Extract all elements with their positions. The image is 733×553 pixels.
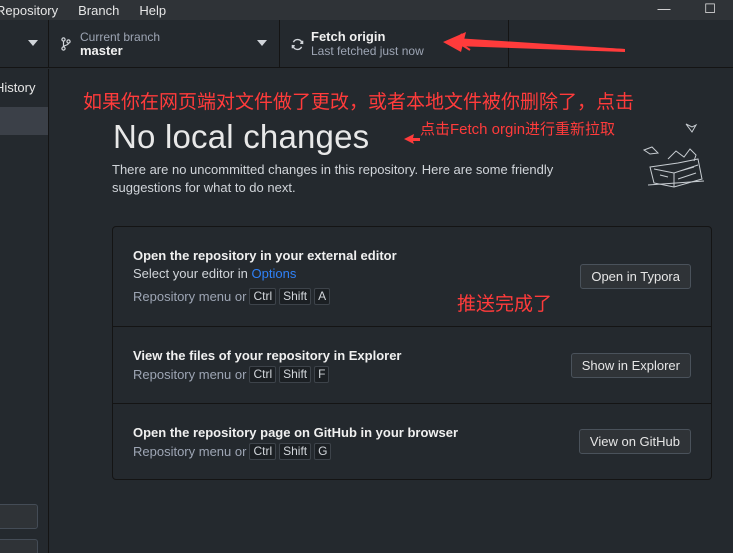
- kbd-key: G: [314, 443, 332, 460]
- empty-state-illustration: [638, 119, 718, 199]
- suggestions-panel: Open the repository in your external edi…: [112, 226, 712, 480]
- sidebar-selected-item[interactable]: [0, 107, 48, 135]
- kbd-key: A: [314, 288, 331, 305]
- chevron-down-icon: [28, 40, 38, 46]
- shortcut-prefix: Repository menu or: [133, 444, 247, 459]
- kbd-key: Shift: [279, 443, 312, 460]
- repository-selector[interactable]: [0, 20, 49, 68]
- page-title: No local changes: [113, 118, 370, 155]
- open-in-editor-button[interactable]: Open in Typora: [580, 264, 691, 289]
- sync-icon: [290, 36, 304, 52]
- kbd-key: F: [314, 366, 330, 383]
- page-description: There are no uncommitted changes in this…: [112, 162, 554, 195]
- fetch-origin-label: Fetch origin: [311, 29, 386, 44]
- kbd-key: Ctrl: [249, 366, 277, 383]
- shortcut-hint: Repository menu or Ctrl Shift F: [133, 366, 330, 383]
- suggestion-row-editor: Open the repository in your external edi…: [113, 227, 711, 327]
- suggestion-row-github: Open the repository page on GitHub in yo…: [113, 404, 711, 481]
- current-branch-label: Current branch: [80, 30, 161, 44]
- maximize-button[interactable]: ☐: [687, 0, 733, 20]
- tab-history[interactable]: History: [0, 69, 48, 104]
- suggestion-subtitle: Select your editor in Options: [133, 266, 296, 281]
- suggestion-title: View the files of your repository in Exp…: [133, 348, 402, 363]
- sidebar-button[interactable]: [0, 504, 38, 529]
- options-link[interactable]: Options: [252, 266, 297, 281]
- suggestion-title: Open the repository in your external edi…: [133, 248, 397, 263]
- main-content: No local changes There are no uncommitte…: [50, 69, 733, 553]
- git-branch-icon: [59, 36, 73, 52]
- shortcut-prefix: Repository menu or: [133, 289, 247, 304]
- sidebar-button[interactable]: [0, 539, 38, 553]
- suggestion-row-explorer: View the files of your repository in Exp…: [113, 327, 711, 404]
- shortcut-hint: Repository menu or Ctrl Shift A: [133, 288, 331, 305]
- shortcut-hint: Repository menu or Ctrl Shift G: [133, 443, 332, 460]
- menu-bar: Repository Branch Help — ☐: [0, 0, 733, 20]
- current-branch-selector[interactable]: Current branch master: [49, 20, 280, 68]
- menu-repository[interactable]: Repository: [0, 3, 68, 18]
- kbd-key: Ctrl: [249, 288, 277, 305]
- suggestion-title: Open the repository page on GitHub in yo…: [133, 425, 459, 440]
- show-in-explorer-button[interactable]: Show in Explorer: [570, 353, 691, 378]
- toolbar: Current branch master Fetch origin Last …: [0, 20, 733, 68]
- chevron-down-icon: [257, 40, 267, 46]
- minimize-button[interactable]: —: [641, 0, 687, 20]
- shortcut-prefix: Repository menu or: [133, 367, 247, 382]
- current-branch-value: master: [80, 43, 123, 58]
- last-fetched-text: Last fetched just now: [311, 44, 424, 58]
- kbd-key: Shift: [279, 366, 312, 383]
- kbd-key: Ctrl: [249, 443, 277, 460]
- view-on-github-button[interactable]: View on GitHub: [578, 429, 691, 454]
- sidebar: History: [0, 69, 49, 553]
- fetch-origin-button[interactable]: Fetch origin Last fetched just now: [280, 20, 509, 68]
- kbd-key: Shift: [279, 288, 312, 305]
- annotation-note: 如果你在网页端对文件做了更改，或者本地文件被你删除了，点击: [83, 92, 635, 113]
- annotation-note: 点击Fetch orgin进行重新拉取: [420, 121, 616, 138]
- window-controls: — ☐: [641, 0, 733, 20]
- menu-help[interactable]: Help: [129, 3, 176, 18]
- annotation-note: 推送完成了: [457, 294, 553, 315]
- suggestion-subtitle-text: Select your editor in: [133, 266, 252, 281]
- menu-branch[interactable]: Branch: [68, 3, 129, 18]
